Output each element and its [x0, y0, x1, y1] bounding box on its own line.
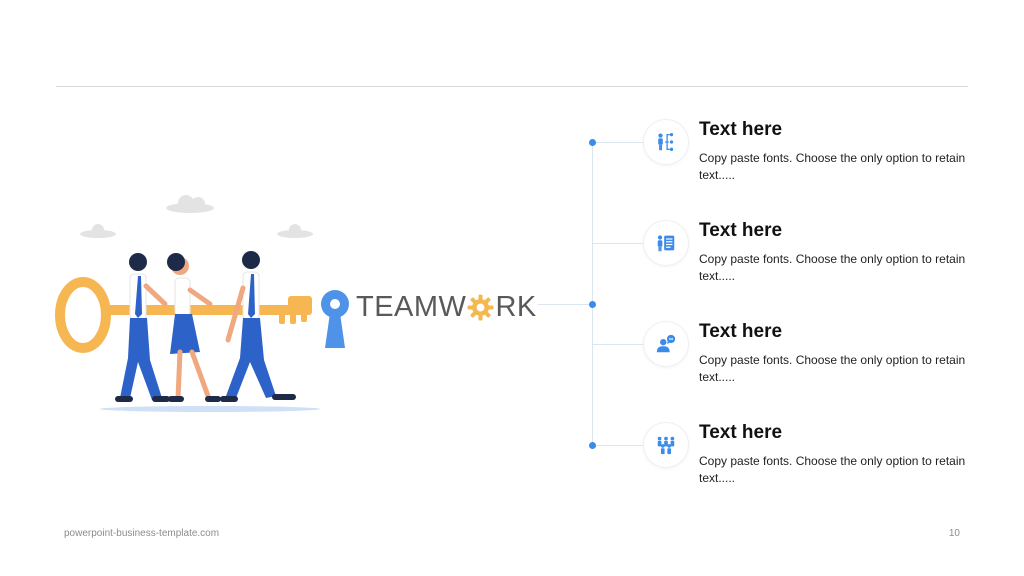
connector-branch-3 — [592, 344, 644, 345]
teamwork-key-illustration — [50, 190, 350, 420]
item-4-icon-circle — [644, 423, 688, 467]
item-4-description: Copy paste fonts. Choose the only option… — [699, 454, 966, 485]
teamwork-title-end: RK — [495, 290, 537, 323]
item-4-title: Text here — [699, 422, 783, 443]
teamwork-title: TEAMW RK — [356, 287, 537, 327]
teamwork-title-start: TEAMW — [356, 290, 467, 323]
connector-branch-4 — [592, 445, 644, 446]
item-3-title: Text here — [699, 321, 783, 342]
item-3-description: Copy paste fonts. Choose the only option… — [699, 353, 966, 384]
item-1-description: Copy paste fonts. Choose the only option… — [699, 151, 966, 182]
footer-website: powerpoint-business-template.com — [64, 528, 220, 539]
connector-branch-1 — [592, 142, 644, 143]
item-2-title: Text here — [699, 220, 783, 241]
connector-dot-4 — [589, 442, 596, 449]
keyhole-icon — [320, 289, 350, 349]
person-document-icon — [657, 235, 675, 252]
org-chart-people-icon — [658, 133, 674, 151]
connector-vertical — [592, 142, 593, 446]
connector-main — [538, 304, 592, 305]
people-carrying-key-icon — [55, 195, 320, 412]
connector-dot-center — [589, 301, 596, 308]
gear-icon — [467, 294, 494, 321]
person-speech-icon — [656, 334, 676, 353]
page-number: 10 — [948, 528, 960, 539]
item-3-icon-circle — [644, 322, 688, 366]
item-2-icon-circle — [644, 221, 688, 265]
item-1-title: Text here — [699, 119, 783, 140]
item-2-description: Copy paste fonts. Choose the only option… — [699, 252, 966, 283]
connector-dot-1 — [589, 139, 596, 146]
item-1-icon-circle — [644, 120, 688, 164]
top-divider — [56, 86, 968, 87]
group-people-icon — [657, 436, 675, 455]
connector-branch-2 — [592, 243, 644, 244]
